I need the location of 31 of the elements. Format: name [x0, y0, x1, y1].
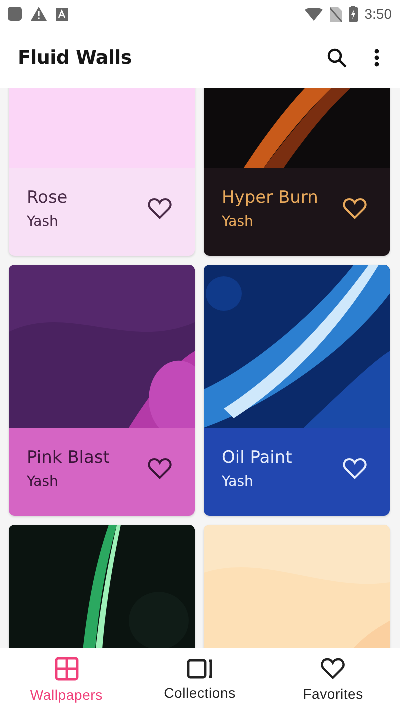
warning-icon [31, 7, 47, 21]
wallpaper-name: Hyper Burn [222, 188, 318, 208]
wallpaper-name: Pink Blast [27, 448, 110, 468]
grid-icon [54, 656, 79, 680]
wallpaper-author: Yash [222, 214, 254, 230]
app-notification-icon [8, 7, 22, 21]
nav-tab[interactable]: Collections [133, 648, 267, 711]
heart-icon [321, 658, 346, 680]
status-time: 3:50 [364, 6, 392, 22]
wallpaper-card[interactable]: Hyper Burn Yash [204, 88, 390, 256]
heart-icon[interactable] [148, 458, 172, 480]
battery-charging-icon [348, 6, 358, 22]
wallpaper-card[interactable]: Pink Blast Yash [9, 265, 195, 516]
wallpaper-author: Yash [27, 214, 60, 230]
letter-box-icon [56, 8, 68, 20]
wifi-icon [304, 8, 323, 20]
heart-icon[interactable] [148, 198, 172, 220]
wallpaper-name: Rose [27, 188, 68, 208]
wallpaper-card[interactable]: Oil Paint Yash [204, 265, 390, 516]
wallpaper-name: Oil Paint [222, 448, 292, 468]
wallpaper-author: Yash [27, 474, 60, 490]
wallpaper-card[interactable]: Rose Yash [9, 88, 195, 256]
app-title: Fluid Walls [18, 47, 132, 69]
nav-tab[interactable]: Wallpapers [0, 648, 134, 711]
no-sim-icon [330, 6, 342, 22]
wallpaper-author: Yash [222, 474, 254, 490]
more-options-icon[interactable] [374, 49, 380, 67]
heart-icon[interactable] [343, 198, 367, 220]
nav-tab[interactable]: Favorites [266, 648, 400, 711]
search-icon[interactable] [327, 48, 347, 68]
collections-icon [186, 658, 213, 678]
